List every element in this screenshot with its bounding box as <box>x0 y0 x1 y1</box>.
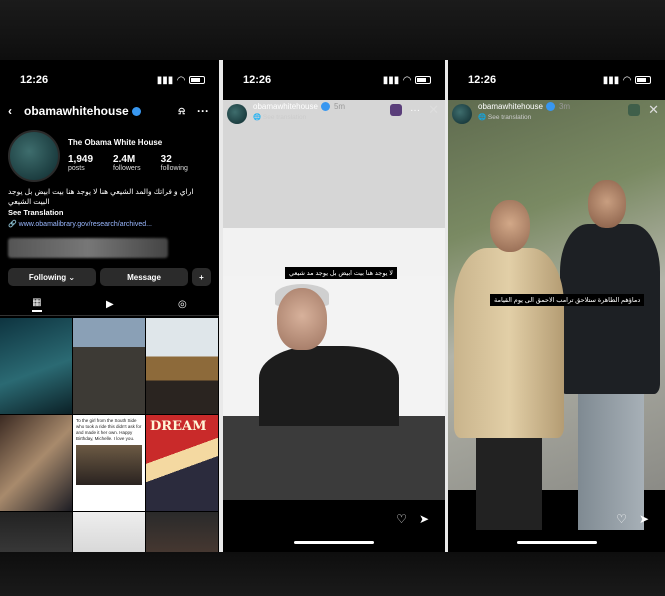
stat-followers[interactable]: 2.4M followers <box>113 154 141 172</box>
see-translation-link[interactable]: See Translation <box>8 208 63 217</box>
portrait-face <box>277 288 327 350</box>
profile-tabs: ▦ ▶ ◎ <box>0 294 219 316</box>
back-icon[interactable]: ‹ <box>8 104 24 118</box>
story-image: لا يوجد هنا بيت ابيض بل يوجد مد شيعي <box>223 100 445 500</box>
heart-icon[interactable]: ♡ <box>616 512 627 526</box>
profile-actions: Following ⌄ Message + <box>8 268 211 286</box>
status-bar: 12:26 ▮▮▮ ◠ <box>223 60 445 100</box>
post-thumbnail[interactable]: To the girl from the South Side who took… <box>73 415 145 511</box>
wifi-icon: ◠ <box>177 74 185 86</box>
post-thumbnail[interactable] <box>0 415 72 511</box>
battery-icon <box>189 76 205 84</box>
see-translation-link[interactable]: 🌐 See translation <box>478 113 570 121</box>
signal-icon: ▮▮▮ <box>602 74 620 86</box>
profile-screen: 12:26 ▮▮▮ ◠ ‹ obamawhitehouse ⍾ ··· The … <box>0 60 219 552</box>
status-icons: ▮▮▮ ◠ <box>157 75 205 86</box>
top-backdrop <box>0 0 665 60</box>
post-thumbnail[interactable] <box>0 318 72 414</box>
post-text: To the girl from the South Side who took… <box>76 418 142 441</box>
bottom-backdrop <box>0 552 665 596</box>
profile-stats: 1,949 posts 2.4M followers 32 following <box>68 154 188 172</box>
story-actions: ♡ ➤ <box>616 512 649 526</box>
grid-tab-icon[interactable]: ▦ <box>32 297 42 312</box>
status-icons: ▮▮▮ ◠ <box>383 75 431 86</box>
post-thumbnail[interactable] <box>73 512 145 552</box>
message-button[interactable]: Message <box>100 268 188 286</box>
status-time: 12:26 <box>20 74 49 86</box>
post-thumbnail[interactable] <box>146 512 218 552</box>
status-bar: 12:26 ▮▮▮ ◠ <box>448 60 665 100</box>
post-thumbnail[interactable] <box>0 512 72 552</box>
profile-header: ‹ obamawhitehouse ⍾ ··· <box>8 104 209 118</box>
avatar[interactable] <box>8 130 60 182</box>
story-header: obamawhitehouse 5m 🌐 See translation ··· … <box>227 102 439 136</box>
person-left <box>454 200 564 530</box>
status-bar: 12:26 ▮▮▮ ◠ <box>0 60 219 100</box>
send-icon[interactable]: ➤ <box>419 512 429 526</box>
verified-icon <box>131 107 141 117</box>
home-indicator <box>516 541 597 544</box>
reels-tab-icon[interactable]: ▶ <box>106 299 114 310</box>
wifi-icon: ◠ <box>623 74 631 86</box>
post-image <box>76 445 142 486</box>
story-caption: لا يوجد هنا بيت ابيض بل يوجد مد شيعي <box>285 267 397 279</box>
music-thumbnail[interactable] <box>628 104 641 116</box>
close-icon[interactable]: ✕ <box>648 102 659 118</box>
more-icon[interactable]: ··· <box>197 104 209 118</box>
verified-icon <box>545 102 555 112</box>
following-button[interactable]: Following ⌄ <box>8 268 96 286</box>
status-time: 12:26 <box>243 74 272 86</box>
see-translation-link[interactable]: 🌐 See translation <box>253 113 345 121</box>
stat-following[interactable]: 32 following <box>161 154 188 172</box>
person-right <box>560 180 660 530</box>
signal-icon: ▮▮▮ <box>156 74 174 86</box>
home-indicator <box>294 541 374 544</box>
post-thumbnail[interactable] <box>146 318 218 414</box>
story-avatar[interactable] <box>227 104 247 124</box>
post-thumbnail[interactable] <box>73 318 145 414</box>
add-user-button[interactable]: + <box>192 268 211 286</box>
story-avatar[interactable] <box>452 104 472 124</box>
post-thumbnail[interactable]: DREAM <box>146 415 218 511</box>
story-username[interactable]: obamawhitehouse 5m <box>253 102 345 112</box>
story-image: دماؤهم الطاهرة ستلاحق ترامب الاحمق الى ي… <box>448 100 665 530</box>
post-grid: To the girl from the South Side who took… <box>0 318 219 552</box>
story-caption: دماؤهم الطاهرة ستلاحق ترامب الاحمق الى ي… <box>490 294 645 306</box>
story-actions: ♡ ➤ <box>396 512 429 526</box>
status-time: 12:26 <box>468 74 497 86</box>
portrait-body <box>259 346 399 426</box>
heart-icon[interactable]: ♡ <box>396 512 407 526</box>
music-thumbnail[interactable] <box>390 104 403 116</box>
wifi-icon: ◠ <box>403 74 411 86</box>
battery-icon <box>635 76 651 84</box>
portrait-photo <box>223 276 445 426</box>
more-icon[interactable]: ··· <box>410 105 420 116</box>
tagged-tab-icon[interactable]: ◎ <box>178 299 187 310</box>
status-icons: ▮▮▮ ◠ <box>603 75 651 86</box>
blurred-info <box>8 238 168 258</box>
battery-icon <box>415 76 431 84</box>
story-header: obamawhitehouse 3m 🌐 See translation ✕ <box>452 102 659 136</box>
bell-icon[interactable]: ⍾ <box>178 106 185 117</box>
story-screen-1: 12:26 ▮▮▮ ◠ لا يوجد هنا بيت ابيض بل يوجد… <box>223 60 445 552</box>
profile-bio: اراي و فراتك والمد الشيعي هنا لا يوجد هن… <box>8 187 194 207</box>
signal-icon: ▮▮▮ <box>382 74 400 86</box>
profile-username: obamawhitehouse <box>24 104 178 118</box>
post-text: DREAM <box>150 419 207 434</box>
profile-link[interactable]: 🔗 www.obamalibrary.gov/research/archived… <box>8 220 152 228</box>
stat-posts[interactable]: 1,949 posts <box>68 154 93 172</box>
display-name: The Obama White House <box>68 138 163 147</box>
close-icon[interactable]: ✕ <box>428 102 439 118</box>
story-username[interactable]: obamawhitehouse 3m <box>478 102 570 112</box>
story-screen-2: 12:26 ▮▮▮ ◠ دماؤهم الطاهرة ستلاحق ترامب … <box>448 60 665 552</box>
verified-icon <box>320 102 330 112</box>
send-icon[interactable]: ➤ <box>639 512 649 526</box>
